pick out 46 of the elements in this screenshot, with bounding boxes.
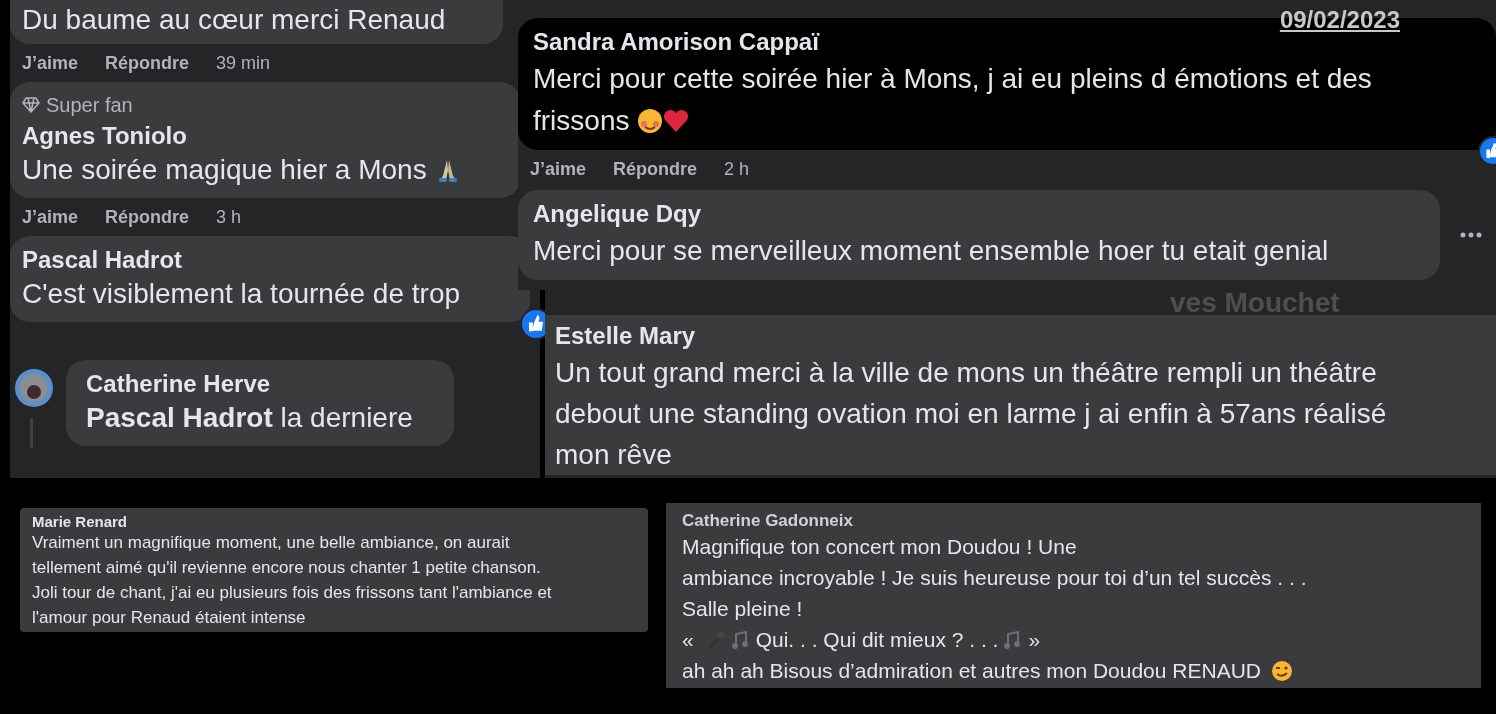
comment-text: C'est visiblement la tournée de trop [22, 277, 461, 311]
author-name[interactable]: Agnes Toniolo [22, 120, 508, 152]
like-link[interactable]: J’aime [530, 155, 587, 183]
author-name[interactable]: Catherine Herve [86, 368, 434, 400]
comment-line: Magnifique ton concert mon Doudou ! Une [682, 534, 1078, 560]
comment-line: mon rêve [555, 438, 673, 472]
diamond-icon [22, 97, 40, 113]
reply-link[interactable]: Répondre [105, 203, 190, 231]
comment-line: Salle pleine ! [682, 596, 804, 622]
comment-line: Joli tour de chant, j'ai eu plusieurs fois des frissons tant l'ambiance et [32, 582, 553, 604]
comment-line: Vraiment un magnifique moment, une belle ambiance, on aurait [32, 532, 511, 554]
comment-text: Du baume au cœur merci Renaud [22, 3, 446, 37]
author-name[interactable]: Marie Renard [32, 514, 636, 530]
reply-link[interactable]: Répondre [613, 155, 698, 183]
quote-mark: « [682, 627, 694, 653]
music-notes-icon [731, 629, 750, 650]
music-notes-icon [1004, 629, 1023, 650]
comment-line: debout une standing ovation moi en larme j ai enfin à 57ans réalisé [555, 397, 1388, 431]
more-options-icon[interactable] [1460, 232, 1482, 238]
reply-link[interactable]: Répondre [105, 49, 190, 77]
heart-icon [663, 109, 690, 133]
comment-line: Qui. . . Qui dit mieux ? . . . [755, 627, 999, 653]
comment-line: ah ah ah Bisous d’admiration et autres mon Doudou RENAUD [682, 658, 1261, 684]
comment-time[interactable]: 39 min [216, 49, 271, 77]
author-name[interactable]: Angelique Dqy [533, 198, 1425, 230]
comment-line: ambiance incroyable ! Je suis heureuse pour toi d’un tel succès . . . [682, 565, 1308, 591]
author-name[interactable]: Estelle Mary [555, 320, 1486, 352]
author-name[interactable]: Catherine Gadonneix [682, 511, 1465, 531]
comment-time[interactable]: 3 h [216, 203, 242, 231]
comment-text: Une soirée magique hier a Mons [22, 153, 427, 187]
date-label: 09/02/2023 [1279, 5, 1400, 35]
comment-time[interactable]: 2 h [724, 155, 750, 183]
comment-line: Un tout grand merci à la ville de mons un théâtre rempli un théâtre [555, 356, 1378, 390]
comment-text: Merci pour se merveilleux moment ensemble hoer tu etait genial [533, 234, 1329, 268]
comment-text: Pascal Hadrot la derniere [86, 401, 414, 435]
winking-face-icon [1271, 659, 1293, 682]
comment-text: frissons [533, 104, 630, 138]
author-name[interactable]: Pascal Hadrot [22, 244, 518, 276]
comment-line: l'amour pour Renaud étaient intense [32, 607, 307, 629]
like-link[interactable]: J’aime [22, 49, 79, 77]
like-link[interactable]: J’aime [22, 203, 79, 231]
avatar [14, 368, 54, 408]
quote-mark: » [1028, 627, 1041, 653]
fan-label: Super fan [46, 93, 133, 118]
comment-text: Merci pour cette soirée hier à Mons, j ai eu pleins d émotions et des [533, 62, 1372, 96]
comment-line: tellement aimé qu'il revienne encore nous chanter 1 petite chanson. [32, 557, 542, 579]
